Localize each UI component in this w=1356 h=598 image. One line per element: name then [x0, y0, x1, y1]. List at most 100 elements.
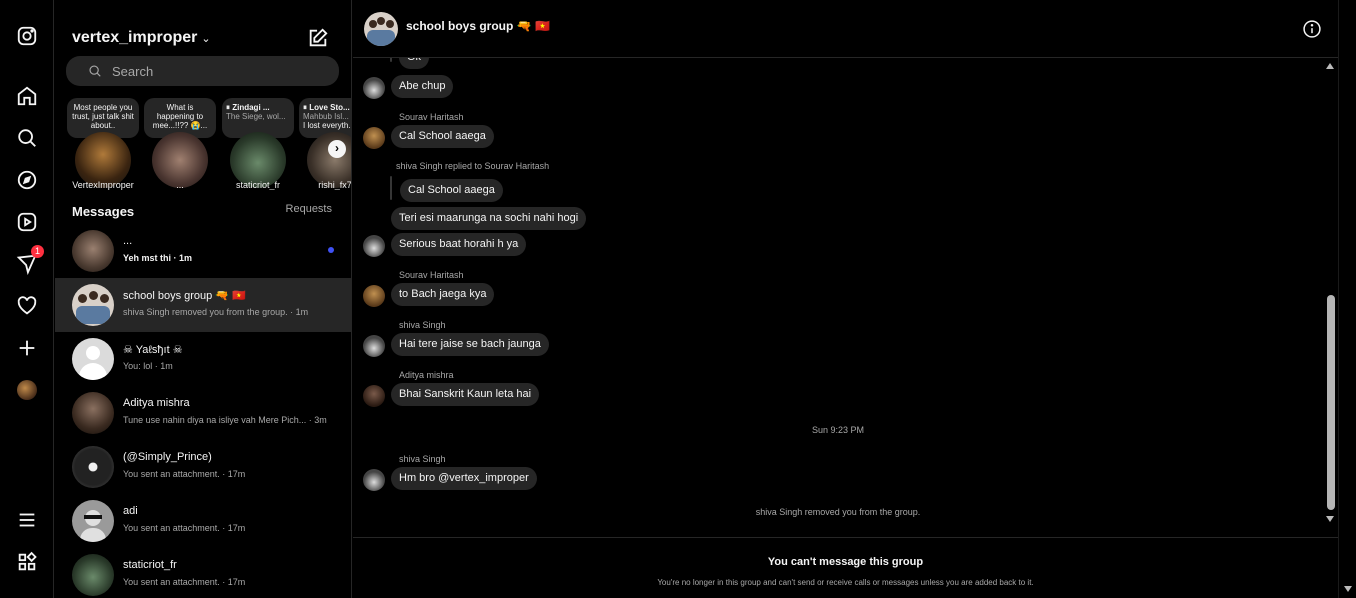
- info-icon[interactable]: [1302, 19, 1322, 39]
- menu-hamburger-icon[interactable]: [14, 507, 40, 533]
- reels-icon[interactable]: [14, 209, 40, 235]
- messages-heading: Messages: [72, 204, 135, 219]
- sender-name: Sourav Haritash: [399, 270, 464, 280]
- note-text: I lost everyth...: [303, 121, 352, 130]
- message-bubble[interactable]: Hm bro @vertex_improper: [391, 467, 537, 490]
- unread-dot: [328, 247, 334, 253]
- heart-icon[interactable]: [14, 293, 40, 319]
- conversation-preview: You sent an attachment. · 17m: [123, 577, 246, 587]
- create-plus-icon[interactable]: [14, 335, 40, 361]
- conversation-preview: Yeh mst thi · 1m: [123, 253, 193, 263]
- conversation-item[interactable]: (@Simply_Prince) You sent an attachment.…: [55, 440, 351, 494]
- scroll-up-arrow-icon[interactable]: [1326, 63, 1334, 69]
- conversation-name: Aditya mishra: [123, 397, 190, 409]
- notice-title: You can't message this group: [767, 556, 924, 568]
- account-switcher[interactable]: vertex_improper ⌄: [72, 29, 211, 47]
- conversation-item[interactable]: school boys group 🔫 🇻🇳 shiva Singh remov…: [55, 278, 351, 332]
- avatar[interactable]: [363, 235, 385, 257]
- conversation-item[interactable]: staticriot_fr You sent an attachment. · …: [55, 548, 351, 598]
- notice-description: You're no longer in this group and can't…: [657, 578, 1034, 587]
- conversation-preview: Tune use nahin diya na isliye vah Mere P…: [123, 415, 327, 425]
- conversation-preview: You sent an attachment. · 17m: [123, 523, 246, 533]
- inbox-panel: vertex_improper⌄ Most people you trust, …: [55, 0, 352, 598]
- conversation-item[interactable]: Aditya mishra Tune use nahin diya na isl…: [55, 386, 351, 440]
- avatar[interactable]: [363, 285, 385, 307]
- message-bubble[interactable]: Ok: [399, 58, 430, 69]
- page-scrollbar[interactable]: [1338, 0, 1356, 598]
- sender-name: Sourav Haritash: [399, 112, 464, 122]
- search-icon: [89, 65, 101, 77]
- message-bubble[interactable]: Teri esi maarunga na sochi nahi hogi: [391, 207, 587, 230]
- sender-name: shiva Singh: [399, 320, 446, 330]
- reply-indicator: [390, 58, 392, 62]
- scroll-down-arrow-icon[interactable]: [1344, 586, 1352, 592]
- avatar: [72, 230, 114, 272]
- note-name: staticriot_fr: [235, 180, 280, 190]
- notification-badge: 1: [31, 245, 44, 258]
- chevron-down-icon: ⌄: [201, 33, 211, 45]
- conversation-name: ☠ Yaℓѕђıt ☠: [123, 344, 183, 356]
- avatar[interactable]: [363, 385, 385, 407]
- scroll-down-arrow-icon[interactable]: [1326, 516, 1334, 522]
- avatar[interactable]: [363, 335, 385, 357]
- requests-link[interactable]: Requests: [286, 203, 332, 215]
- conversation-item[interactable]: ... Yeh mst thi · 1m: [55, 224, 351, 278]
- left-nav-rail: 1: [0, 0, 54, 598]
- reply-context: shiva Singh replied to Sourav Haritash: [396, 161, 550, 171]
- search-input[interactable]: [112, 63, 312, 79]
- new-message-button[interactable]: [307, 27, 329, 49]
- avatar: [72, 446, 114, 488]
- reply-indicator: [390, 176, 392, 200]
- avatar: [72, 500, 114, 542]
- group-removed-notice: You can't message this group You're no l…: [353, 537, 1338, 598]
- message-thread: Ok Abe chup Sourav Haritash Cal School a…: [353, 58, 1323, 536]
- conversation-name: staticriot_fr: [123, 559, 177, 571]
- chat-panel: school boys group 🔫 🇻🇳 Ok Abe chup Soura…: [353, 0, 1338, 598]
- avatar[interactable]: [363, 127, 385, 149]
- conversation-name: adi: [123, 505, 138, 517]
- notes-next-arrow-icon[interactable]: ›: [328, 140, 346, 158]
- conversation-name: ...: [123, 235, 133, 247]
- more-apps-icon[interactable]: [14, 549, 40, 575]
- compose-icon: [309, 28, 328, 47]
- instagram-logo-icon[interactable]: [14, 23, 40, 49]
- home-icon[interactable]: [14, 83, 40, 109]
- group-avatar: [72, 284, 114, 326]
- note-name: rishi_fx7: [318, 180, 352, 190]
- conversation-item[interactable]: ☠ Yaℓѕђıt ☠ You: lol · 1m: [55, 332, 351, 386]
- chat-title[interactable]: school boys group 🔫 🇻🇳: [406, 19, 550, 33]
- profile-avatar[interactable]: [14, 377, 40, 403]
- sender-name: Aditya mishra: [399, 370, 454, 380]
- explore-icon[interactable]: [14, 167, 40, 193]
- note-song-artist: The Siege, wol...: [226, 112, 286, 121]
- group-avatar[interactable]: [364, 12, 398, 46]
- avatar: [72, 554, 114, 596]
- chat-header: school boys group 🔫 🇻🇳: [353, 0, 1338, 58]
- avatar[interactable]: [363, 469, 385, 491]
- messenger-icon[interactable]: 1: [14, 245, 44, 277]
- account-username: vertex_improper: [72, 29, 198, 46]
- message-bubble[interactable]: Serious baat horahi h ya: [391, 233, 527, 256]
- note-name: ...: [176, 180, 184, 190]
- note-song-title: ⏸ Zindagi ...: [226, 103, 270, 112]
- note-song-artist: Mahbub Isl...: [303, 112, 349, 121]
- conversation-preview: You: lol · 1m: [123, 361, 173, 371]
- notes-tray: Most people you trust, just talk shit ab…: [55, 96, 352, 196]
- search-icon[interactable]: [14, 125, 40, 151]
- avatar[interactable]: [363, 77, 385, 99]
- conversation-name: school boys group 🔫 🇻🇳: [123, 290, 246, 302]
- message-bubble[interactable]: to Bach jaega kya: [391, 283, 495, 306]
- thread-scrollbar[interactable]: [1323, 58, 1338, 526]
- conversation-item[interactable]: adi You sent an attachment. · 17m: [55, 494, 351, 548]
- quoted-message[interactable]: Cal School aaega: [400, 179, 503, 202]
- search-bar[interactable]: [66, 56, 339, 86]
- scrollbar-thumb[interactable]: [1327, 295, 1335, 510]
- message-bubble[interactable]: Abe chup: [391, 75, 454, 98]
- avatar: [72, 392, 114, 434]
- message-bubble[interactable]: Bhai Sanskrit Kaun leta hai: [391, 383, 540, 406]
- timestamp-divider: Sun 9:23 PM: [811, 425, 865, 435]
- conversation-name: (@Simply_Prince): [123, 451, 212, 463]
- message-bubble[interactable]: Hai tere jaise se bach jaunga: [391, 333, 549, 356]
- note-name: VertexImproper: [72, 180, 134, 190]
- message-bubble[interactable]: Cal School aaega: [391, 125, 494, 148]
